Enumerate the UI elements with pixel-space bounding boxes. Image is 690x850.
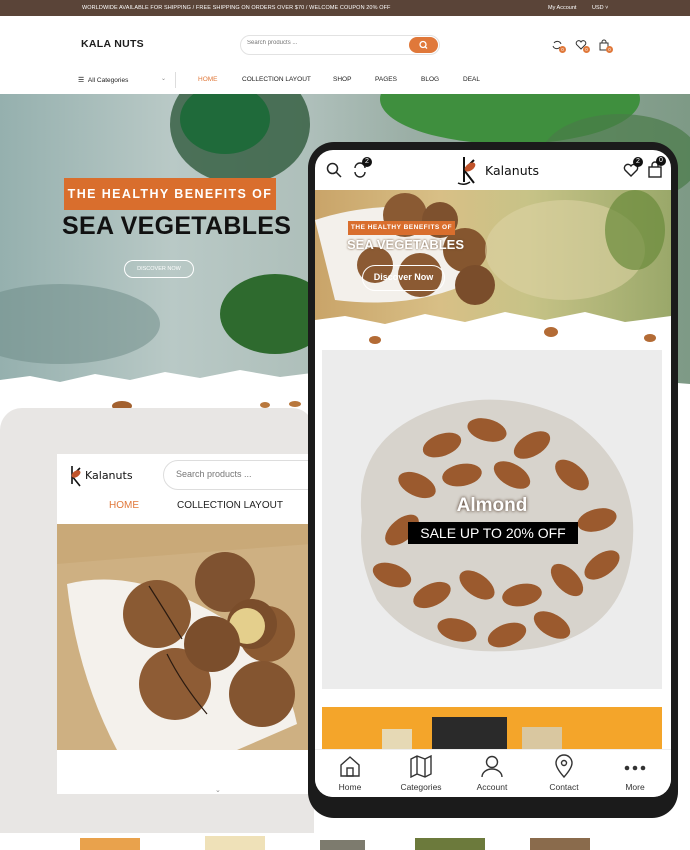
search-icon	[419, 40, 428, 49]
tablet-search-input[interactable]: Search products ...	[163, 460, 311, 490]
nav-divider	[175, 72, 176, 88]
tablet-content-area	[57, 750, 311, 794]
compare-count-badge: 0	[559, 46, 566, 53]
my-account-link[interactable]: My Account	[548, 5, 576, 11]
phone-wishlist-badge: 2	[633, 157, 643, 167]
site-logo[interactable]: KALA NUTS	[81, 38, 144, 50]
macadamia-nuts-illustration	[57, 524, 311, 750]
nav-pages[interactable]: PAGES	[375, 76, 397, 83]
location-pin-icon	[555, 754, 573, 778]
search-input[interactable]	[247, 40, 407, 46]
product-thumbnails-strip	[80, 832, 600, 850]
bottom-nav-categories-label: Categories	[400, 782, 442, 792]
chevron-down-icon[interactable]: ⌄	[215, 786, 221, 794]
cart-button[interactable]: 0	[598, 38, 613, 53]
currency-selector[interactable]: USD ˅	[592, 5, 608, 11]
nav-collection-layout[interactable]: COLLECTION LAYOUT	[242, 76, 311, 83]
kalanuts-logo-mark	[457, 157, 476, 186]
nav-home[interactable]: HOME	[198, 76, 218, 83]
tablet-screen: Kalanuts Search products ... HOME COLLEC…	[57, 454, 311, 794]
more-dots-icon	[624, 765, 646, 771]
almond-sale-banner[interactable]: Almond SALE UP TO 20% OFF	[322, 350, 662, 689]
product-banner-strip[interactable]	[322, 707, 662, 749]
chevron-down-icon: ⌄	[160, 76, 166, 82]
phone-cart-badge: 0	[656, 156, 666, 166]
phone-bottom-nav: Home Categories Account Contact More	[315, 749, 671, 797]
bottom-nav-more-label: More	[625, 782, 645, 792]
site-header: KALA NUTS 0 0 0 ☰ All Categories	[0, 16, 690, 94]
home-icon	[340, 756, 360, 777]
map-icon	[410, 754, 432, 778]
bottom-nav-account-label: Account	[476, 782, 508, 792]
wishlist-count-badge: 0	[583, 46, 590, 53]
almonds-image	[360, 399, 634, 652]
phone-hero-tagline: THE HEALTHY BENEFITS OF	[348, 221, 455, 235]
tablet-nav-home[interactable]: HOME	[109, 500, 139, 511]
product-packages-image	[322, 707, 662, 749]
phone-compare-badge: 2	[362, 157, 372, 167]
hero-title: SEA VEGETABLES	[62, 212, 292, 240]
phone-hero-slider[interactable]: THE HEALTHY BENEFITS OF SEA VEGETABLES D…	[315, 190, 671, 348]
bottom-nav-contact-label: Contact	[549, 782, 579, 792]
nav-deal[interactable]: DEAL	[463, 76, 480, 83]
nav-shop[interactable]: SHOP	[333, 76, 351, 83]
phone-hero-title: SEA VEGETABLES	[347, 237, 465, 252]
all-categories-dropdown[interactable]: ☰ All Categories ⌄	[78, 76, 166, 84]
hero-tagline: THE HEALTHY BENEFITS OF	[64, 178, 276, 210]
discover-now-button[interactable]: DISCOVER NOW	[124, 260, 194, 278]
search-button[interactable]	[409, 37, 438, 53]
search-bar	[240, 35, 440, 55]
phone-screen: 2 Kalanuts 2 0 THE HEALTHY BENEFITS OF S…	[315, 150, 671, 797]
macadamia-banner-image	[57, 524, 311, 750]
cart-count-badge: 0	[606, 46, 613, 53]
main-nav: ☰ All Categories ⌄ HOME COLLECTION LAYOU…	[0, 72, 690, 94]
bottom-nav-home-label: Home	[338, 782, 362, 792]
shipping-promo-text: WORLDWIDE AVAILABLE FOR SHIPPING / FREE …	[82, 5, 391, 11]
all-categories-label: All Categories	[87, 77, 129, 84]
tablet-nav-collection-layout[interactable]: COLLECTION LAYOUT	[177, 500, 283, 511]
wishlist-button[interactable]: 0	[575, 38, 590, 53]
almond-promo-title: Almond	[456, 495, 528, 516]
menu-icon: ☰	[78, 77, 85, 84]
compare-button[interactable]: 0	[551, 38, 566, 53]
table-shadow	[0, 284, 160, 364]
user-icon	[481, 755, 503, 778]
search-icon[interactable]	[326, 162, 342, 178]
top-announcement-bar: WORLDWIDE AVAILABLE FOR SHIPPING / FREE …	[0, 0, 690, 16]
phone-logo-text[interactable]: Kalanuts	[485, 163, 539, 178]
tablet-search-placeholder: Search products ...	[176, 469, 252, 479]
almond-sale-label: SALE UP TO 20% OFF	[408, 522, 578, 544]
tablet-logo-text[interactable]: Kalanuts	[85, 469, 133, 482]
phone-discover-now-button[interactable]: Discover Now	[362, 265, 445, 291]
nav-blog[interactable]: BLOG	[421, 76, 439, 83]
